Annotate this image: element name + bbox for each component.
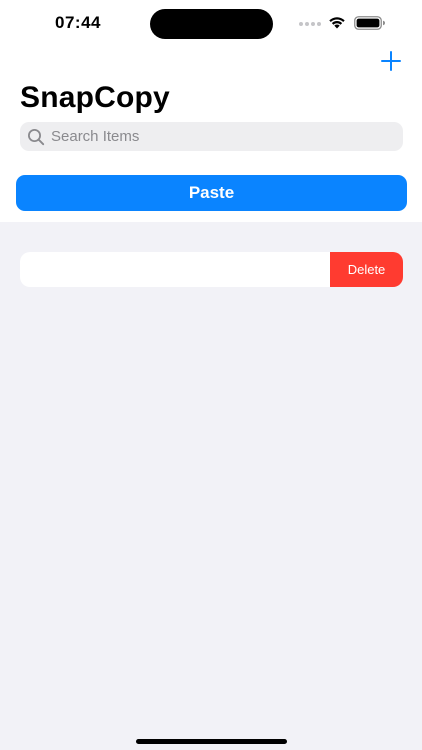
battery-icon bbox=[354, 16, 385, 30]
dynamic-island bbox=[150, 9, 273, 39]
paste-button[interactable]: Paste bbox=[16, 175, 407, 211]
search-icon bbox=[28, 128, 45, 145]
search-field[interactable] bbox=[20, 122, 403, 151]
home-indicator[interactable] bbox=[136, 739, 287, 744]
delete-button[interactable]: Delete bbox=[330, 252, 403, 287]
search-input[interactable] bbox=[51, 128, 371, 145]
plus-icon bbox=[381, 51, 401, 71]
list-item[interactable]: Delete bbox=[20, 252, 403, 287]
add-item-button[interactable] bbox=[380, 50, 402, 72]
list-item-content[interactable] bbox=[20, 252, 330, 287]
page-title: SnapCopy bbox=[20, 81, 170, 114]
status-time: 07:44 bbox=[55, 13, 101, 32]
wifi-icon bbox=[329, 17, 345, 29]
cellular-signal-icon bbox=[299, 22, 321, 26]
